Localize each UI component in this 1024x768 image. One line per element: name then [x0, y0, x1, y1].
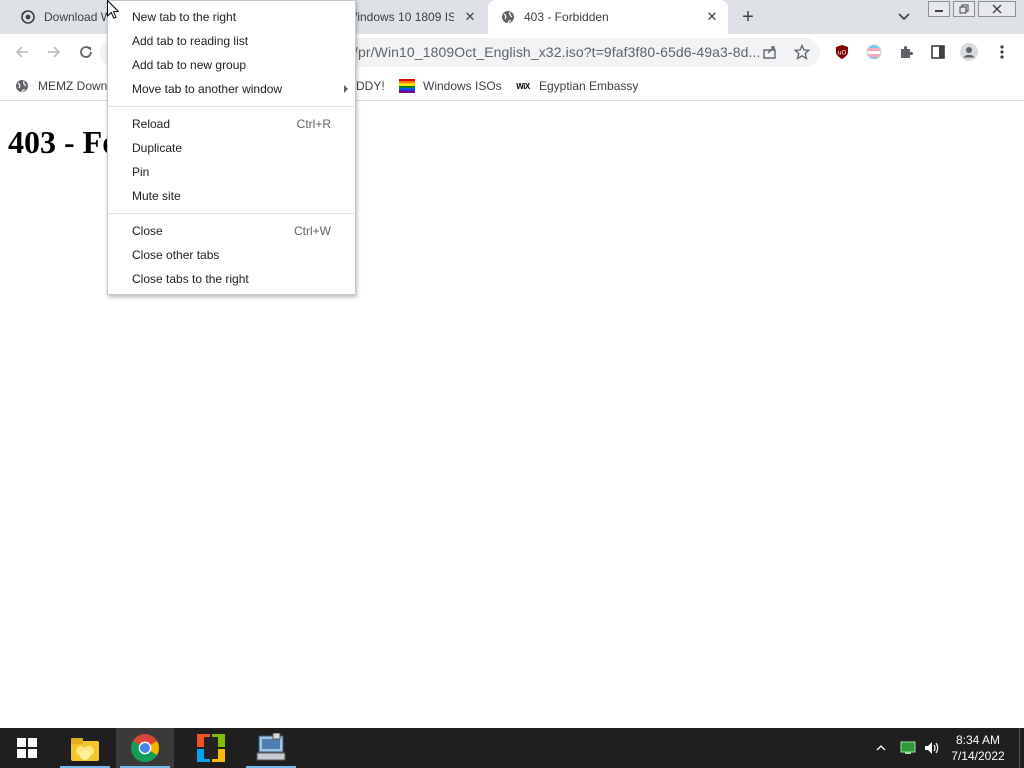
menu-separator: [109, 213, 354, 214]
url-text[interactable]: /pr/Win10_1809Oct_English_x32.iso?t=9faf…: [354, 44, 760, 60]
taskbar-remote-desktop[interactable]: [242, 728, 300, 768]
bookmark-windows-isos[interactable]: Windows ISOs: [399, 76, 502, 96]
menu-item-close-other-tabs[interactable]: Close other tabs: [108, 243, 355, 267]
extensions-puzzle-icon[interactable]: [895, 41, 917, 63]
tab-title: 403 - Forbidden: [524, 10, 609, 24]
close-tab-icon[interactable]: ✕: [462, 9, 478, 25]
menu-item-shortcut: Ctrl+W: [294, 224, 331, 238]
chrome-icon: [131, 734, 159, 762]
bookmark-star-icon[interactable]: [791, 41, 813, 63]
show-desktop-button[interactable]: [1019, 728, 1024, 768]
menu-item-label: New tab to the right: [132, 10, 237, 24]
side-panel-icon[interactable]: [927, 41, 949, 63]
bookmark-label: MEMZ Down: [38, 79, 108, 93]
bookmark-label: DDY!: [356, 79, 385, 93]
menu-item-label: Duplicate: [132, 141, 183, 155]
taskbar: 8:34 AM 7/14/2022: [0, 728, 1024, 768]
menu-kebab-icon[interactable]: [991, 41, 1013, 63]
bookmark-ddy[interactable]: DDY!: [356, 76, 385, 96]
flag-extension-icon[interactable]: [863, 41, 885, 63]
close-tab-icon[interactable]: ✕: [704, 9, 720, 25]
close-window-button[interactable]: [978, 1, 1016, 17]
menu-item-add-new-group[interactable]: Add tab to new group: [108, 53, 355, 77]
bookmark-egyptian-embassy[interactable]: WiX Egyptian Embassy: [515, 76, 638, 96]
camera-icon: [20, 9, 36, 25]
menu-item-new-tab-right[interactable]: New tab to the right: [108, 5, 355, 29]
menu-item-duplicate[interactable]: Duplicate: [108, 136, 355, 160]
reload-icon[interactable]: [73, 39, 99, 65]
menu-item-label: Add tab to reading list: [132, 34, 249, 48]
menu-item-move-tab-window[interactable]: Move tab to another window: [108, 77, 355, 101]
menu-item-label: Close tabs to the right: [132, 272, 249, 286]
minimize-button[interactable]: [928, 1, 950, 17]
tab-title: Windows 10 1809 ISO: [346, 10, 454, 24]
ublock-icon[interactable]: uO: [831, 41, 853, 63]
wix-icon: WiX: [516, 81, 530, 91]
menu-item-mute-site[interactable]: Mute site: [108, 184, 355, 208]
svg-text:uO: uO: [838, 50, 847, 57]
bookmark-label: Egyptian Embassy: [539, 79, 639, 93]
computer-icon: [256, 733, 286, 761]
show-hidden-icons-chevron-icon[interactable]: [872, 728, 890, 768]
menu-item-label: Reload: [132, 117, 171, 131]
rainbow-flag-icon: [399, 78, 415, 94]
menu-item-add-reading-list[interactable]: Add tab to reading list: [108, 29, 355, 53]
profile-avatar-icon[interactable]: [958, 41, 980, 63]
share-icon[interactable]: [759, 41, 781, 63]
network-icon[interactable]: [897, 728, 919, 768]
taskbar-windows-xp-app[interactable]: [182, 728, 240, 768]
globe-icon: [14, 78, 30, 94]
screen: Download W Windows 10 1809 ISO ✕ 403 - F…: [0, 0, 1024, 768]
menu-item-label: Close other tabs: [132, 248, 220, 262]
windows-logo-icon: [17, 738, 37, 758]
menu-item-reload[interactable]: Reload Ctrl+R: [108, 112, 355, 136]
tab-search-chevron-icon[interactable]: [894, 8, 914, 26]
system-clock[interactable]: 8:34 AM 7/14/2022: [944, 732, 1012, 764]
page-heading: 403 - Fo: [8, 124, 119, 160]
new-tab-button[interactable]: +: [736, 5, 760, 29]
start-button[interactable]: [0, 728, 54, 768]
globe-icon: [500, 9, 516, 25]
menu-item-pin[interactable]: Pin: [108, 160, 355, 184]
menu-separator: [109, 106, 354, 107]
mouse-cursor-icon: [107, 0, 119, 19]
folder-icon: [71, 738, 99, 761]
tab-context-menu: New tab to the right Add tab to reading …: [107, 0, 356, 295]
submenu-arrow-icon: [344, 85, 348, 93]
menu-item-shortcut: Ctrl+R: [296, 117, 331, 131]
menu-item-label: Mute site: [132, 189, 181, 203]
taskbar-chrome[interactable]: [116, 728, 174, 768]
tab-title: Download W: [44, 10, 113, 24]
forward-arrow-icon[interactable]: [41, 39, 67, 65]
tab-forbidden[interactable]: 403 - Forbidden ✕: [488, 0, 728, 34]
menu-item-label: Close: [132, 224, 163, 238]
back-arrow-icon[interactable]: [9, 39, 35, 65]
bookmark-memz[interactable]: MEMZ Down: [14, 76, 107, 96]
clock-date: 7/14/2022: [951, 749, 1005, 763]
windows-xp-logo-icon: [197, 734, 225, 762]
restore-button[interactable]: [953, 1, 975, 17]
volume-icon[interactable]: [921, 728, 943, 768]
taskbar-file-explorer[interactable]: [56, 728, 114, 768]
menu-item-label: Move tab to another window: [132, 82, 283, 96]
menu-item-label: Pin: [132, 165, 150, 179]
menu-item-close-tabs-right[interactable]: Close tabs to the right: [108, 267, 355, 291]
menu-item-close[interactable]: Close Ctrl+W: [108, 219, 355, 243]
bookmark-label: Windows ISOs: [423, 79, 502, 93]
menu-item-label: Add tab to new group: [132, 58, 247, 72]
clock-time: 8:34 AM: [955, 733, 1001, 747]
